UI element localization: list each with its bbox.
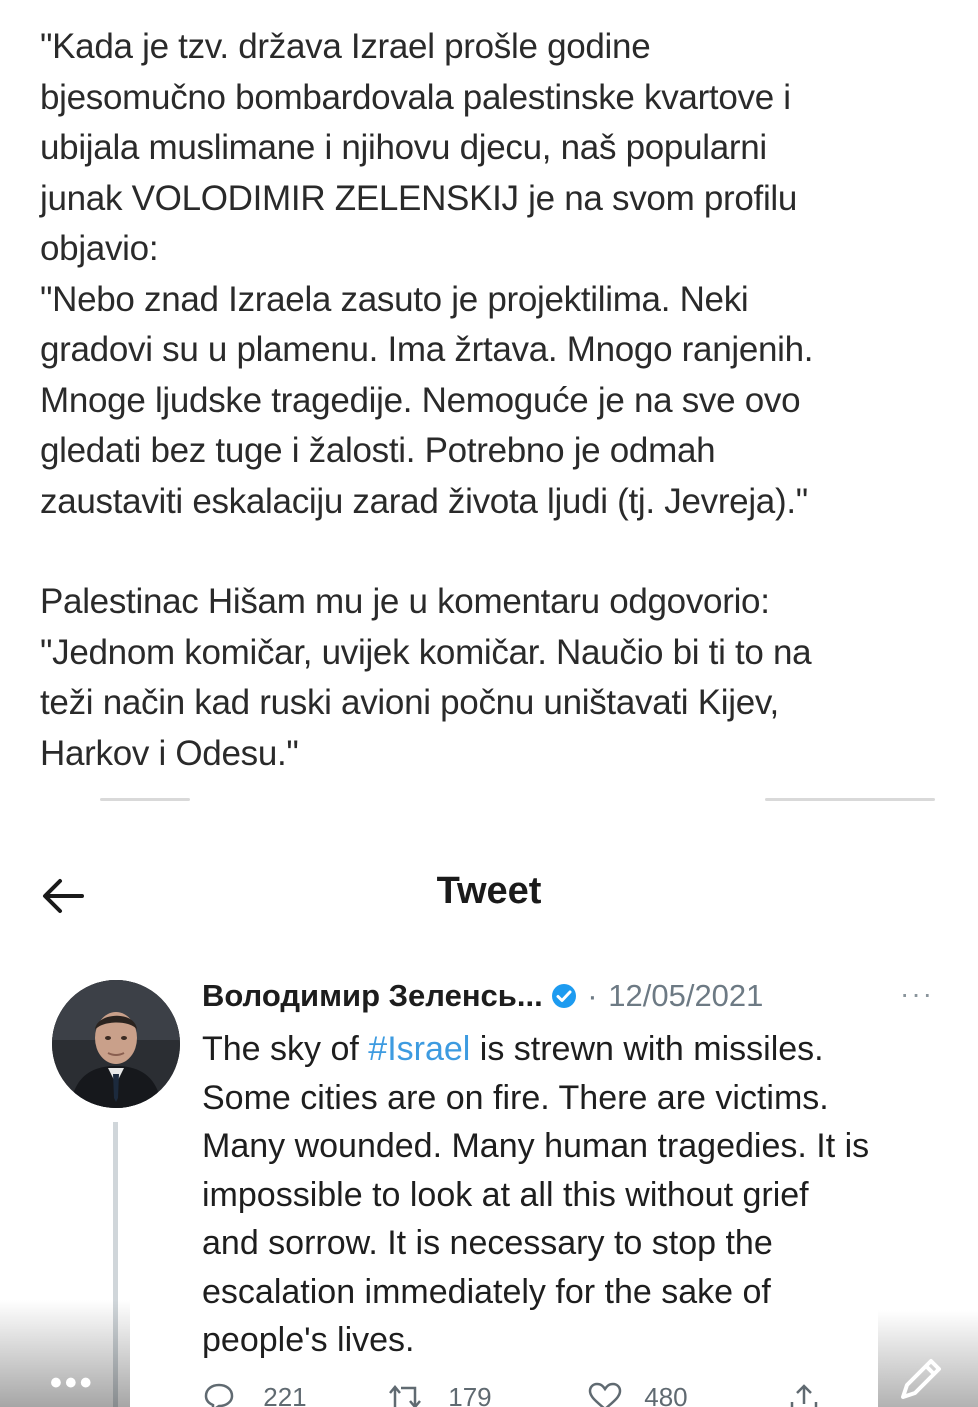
tweet-line: escalation immediately for the sake of xyxy=(202,1272,771,1311)
tweet-date[interactable]: 12/05/2021 xyxy=(608,978,763,1013)
tweet-meta: Володимир Зеленсь... · 12/05/2021 ··· xyxy=(202,978,962,1022)
verified-badge-icon xyxy=(551,984,576,1008)
hashtag-link[interactable]: #Israel xyxy=(368,1030,470,1068)
reply-icon xyxy=(204,1383,234,1407)
heart-icon xyxy=(588,1382,622,1407)
post-line: zaustaviti eskalaciju zarad života ljudi… xyxy=(40,481,808,521)
reply-button[interactable]: 221 xyxy=(202,1382,307,1407)
post-line: Palestinac Hišam mu je u komentaru odgov… xyxy=(40,582,770,621)
reply-count: 221 xyxy=(263,1382,307,1407)
post-line: "Jednom komičar, uvijek komičar. Naučio … xyxy=(40,632,812,672)
avatar[interactable] xyxy=(52,980,180,1108)
page-title: Tweet xyxy=(436,870,542,912)
post-line: teži način kad ruski avioni počnu uništa… xyxy=(40,683,779,722)
tweet-text-segment: is strewn with missiles. xyxy=(470,1030,824,1068)
share-icon xyxy=(790,1384,818,1407)
tweet-header: Tweet xyxy=(0,860,978,930)
divider xyxy=(100,798,190,801)
tweet-separator: · xyxy=(578,978,607,1013)
avatar-portrait-icon xyxy=(52,980,180,1108)
divider xyxy=(765,798,935,801)
post-line: objavio: xyxy=(40,229,159,268)
tweet-text: The sky of #Israel is strewn with missil… xyxy=(202,1025,947,1365)
retweet-icon xyxy=(389,1385,421,1407)
tweet-line: Many wounded. Many human tragedies. It i… xyxy=(202,1127,870,1165)
post-line: "Kada je tzv. država Izrael prošle godin… xyxy=(40,27,651,66)
tweet-line: Some cities are on fire. There are victi… xyxy=(202,1078,829,1117)
post-line: Harkov i Odesu." xyxy=(40,733,299,773)
post-line: gledati bez tuge i žalosti. Potrebno je … xyxy=(40,431,716,470)
tweet-text-segment: The sky of xyxy=(202,1030,369,1068)
post-text: "Kada je tzv. država Izrael prošle godin… xyxy=(40,22,945,779)
author-name[interactable]: Володимир Зеленсь... xyxy=(202,978,543,1013)
tweet-actions: 221 179 480 xyxy=(202,1380,842,1407)
post-line: ubijala muslimane i njihovu djecu, naš p… xyxy=(40,128,767,167)
like-count: 480 xyxy=(644,1382,688,1407)
tweet-line: and sorrow. It is necessary to stop the xyxy=(202,1224,773,1262)
retweet-count: 179 xyxy=(448,1382,492,1407)
like-button[interactable]: 480 xyxy=(587,1382,688,1407)
post-line: junak VOLODIMIR ZELENSKIJ je na svom pro… xyxy=(40,178,798,218)
retweet-button[interactable]: 179 xyxy=(387,1382,492,1407)
ellipsis-icon[interactable]: ··· xyxy=(900,978,934,1010)
post-line: "Nebo znad Izraela zasuto je projektilim… xyxy=(40,279,749,319)
tweet-line: impossible to look at all this without g… xyxy=(202,1175,809,1214)
pencil-edit-icon[interactable] xyxy=(895,1355,945,1405)
tweet-line: people's lives. xyxy=(202,1321,415,1359)
post-line: bjesomučno bombardovala palestinske kvar… xyxy=(40,77,791,117)
post-line: Mnoge ljudske tragedije. Nemoguće je na … xyxy=(40,380,801,420)
more-options-icon[interactable]: ••• xyxy=(50,1364,95,1403)
share-button[interactable] xyxy=(787,1382,821,1407)
tweet-line: The sky of #Israel is strewn with missil… xyxy=(202,1025,947,1074)
post-line: gradovi su u plamenu. Ima žrtava. Mnogo … xyxy=(40,330,814,369)
